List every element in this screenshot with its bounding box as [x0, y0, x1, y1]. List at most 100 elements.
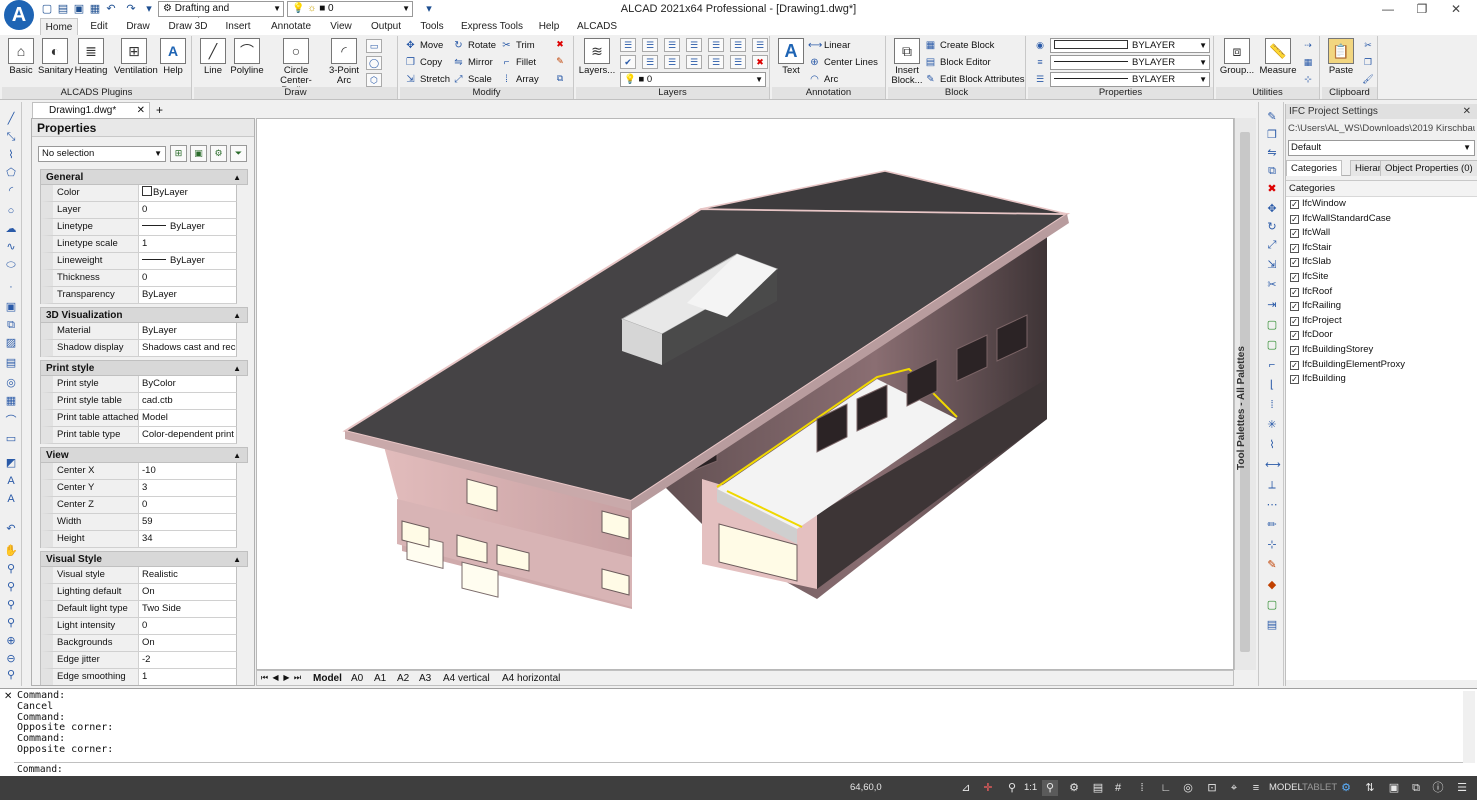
property-value[interactable]: 0	[138, 497, 237, 514]
layer-tool-icon[interactable]: ☰	[686, 55, 702, 69]
filter-icon[interactable]: ⏷	[230, 145, 247, 162]
checkbox-icon[interactable]: ✓	[1290, 229, 1299, 239]
polyline-button[interactable]: ⌒ Polyline	[228, 38, 266, 86]
ortho-icon[interactable]: ∟	[1158, 780, 1174, 796]
layer-tool-icon[interactable]: ☰	[664, 55, 680, 69]
circle-button[interactable]: ○Circle Center-Radius	[268, 38, 324, 96]
command-scrollbar[interactable]	[1463, 691, 1475, 763]
ifc-category-item[interactable]: ✓ IfcRoof	[1286, 285, 1477, 300]
object-snap-icon[interactable]: ⊡	[1204, 780, 1220, 796]
property-value[interactable]: Two Side	[138, 601, 237, 618]
hatch-icon[interactable]: ⬡	[366, 73, 382, 87]
isolate-icon[interactable]: ⚙	[1338, 780, 1354, 796]
checkbox-icon[interactable]: ✓	[1290, 272, 1299, 282]
checkbox-icon[interactable]: ✓	[1290, 360, 1299, 370]
circle-icon[interactable]: ○	[4, 204, 18, 218]
property-row[interactable]: Edge smoothing 1	[40, 669, 248, 685]
property-value[interactable]: ByLayer	[138, 253, 237, 270]
property-row[interactable]: Lighting default On	[40, 584, 248, 601]
layers-button[interactable]: ≋ Layers...	[578, 38, 616, 86]
checkbox-icon[interactable]: ✓	[1290, 243, 1299, 253]
trim-icon[interactable]: ✂	[1265, 278, 1279, 292]
model-space-toggle[interactable]: MODEL	[1269, 776, 1303, 800]
insert-block-button[interactable]: ⧉ Insert Block...	[890, 38, 924, 86]
lineweight-icon[interactable]: ☰	[1032, 73, 1048, 87]
measure-button[interactable]: 📏 Measure	[1258, 38, 1298, 86]
tab-draw[interactable]: Draw	[122, 18, 154, 35]
linear-button[interactable]: ⟷ Linear	[808, 38, 850, 54]
layer-tool-icon[interactable]: ✔	[620, 55, 636, 69]
color-wheel-icon[interactable]: ◉	[1032, 39, 1048, 53]
layout-tab-model[interactable]: Model	[313, 671, 342, 686]
copy-button[interactable]: ❐ Copy	[404, 55, 442, 71]
array-icon[interactable]: ⁞	[1265, 398, 1279, 412]
property-section-header[interactable]: Print style ▲	[40, 360, 248, 376]
property-value[interactable]: 3	[138, 480, 237, 497]
property-row[interactable]: Height 34	[40, 531, 248, 548]
toggle-pickadd-icon[interactable]: ⊞	[170, 145, 187, 162]
id-point-icon[interactable]: ⊹	[1300, 73, 1316, 87]
prev-layout-icon[interactable]: ◀	[271, 672, 280, 684]
pan-icon[interactable]: ✋	[4, 544, 18, 558]
explode-icon[interactable]: ✳	[1265, 418, 1279, 432]
explode-icon[interactable]: ✎	[552, 55, 568, 69]
checkbox-icon[interactable]: ✓	[1290, 345, 1299, 355]
tab-express-tools[interactable]: Express Tools	[460, 18, 524, 35]
tab-help[interactable]: Help	[534, 18, 564, 35]
property-row[interactable]: Shadow display Shadows cast and rece...	[40, 340, 248, 357]
polar-icon[interactable]: ◎	[1180, 780, 1196, 796]
quick-select-icon[interactable]: ⇢	[1300, 39, 1316, 53]
measure-icon[interactable]: ⊹	[1265, 538, 1279, 552]
layout-tab-a0[interactable]: A0	[351, 671, 363, 686]
close-icon[interactable]: ✕	[1463, 104, 1471, 119]
copy-icon[interactable]: ❐	[1265, 128, 1279, 142]
mirror-icon[interactable]: ⇋	[1265, 146, 1279, 160]
property-value[interactable]: ByLayer	[138, 185, 237, 202]
ifc-preset-combo[interactable]: Default ▼	[1288, 140, 1475, 156]
property-value[interactable]: Color-dependent print st...	[138, 427, 237, 444]
array-button[interactable]: ⁞ Array	[500, 72, 539, 88]
layer-combo[interactable]: 💡 ■ 0 ▼	[620, 72, 766, 87]
checkbox-icon[interactable]: ✓	[1290, 302, 1299, 312]
property-row[interactable]: Default light type Two Side	[40, 601, 248, 618]
align-icon[interactable]: ⟂	[1265, 478, 1279, 492]
clean-screen-icon[interactable]: ▣	[1386, 780, 1402, 796]
ifc-category-item[interactable]: ✓ IfcWallStandardCase	[1286, 212, 1477, 227]
ifc-category-item[interactable]: ✓ IfcBuilding	[1286, 372, 1477, 387]
close-tab-icon[interactable]: ✕	[137, 103, 145, 118]
point-icon[interactable]: ·	[4, 280, 18, 294]
offset-icon[interactable]: ⧉	[552, 72, 568, 86]
property-value[interactable]: 0	[138, 202, 237, 219]
app-logo[interactable]: A	[4, 0, 34, 30]
make-block-icon[interactable]: ⧉	[4, 318, 18, 332]
rotate-button[interactable]: ↻ Rotate	[452, 38, 496, 54]
extend-icon[interactable]: ⇥	[1265, 298, 1279, 312]
property-value[interactable]: On	[138, 584, 237, 601]
property-row[interactable]: Linetype scale 1	[40, 236, 248, 253]
polyline-icon[interactable]: ⌇	[4, 148, 18, 162]
cut-icon[interactable]: ✂	[1360, 39, 1376, 53]
text-icon[interactable]: A	[4, 492, 18, 506]
scale-icon[interactable]: ⤢	[1265, 238, 1279, 252]
property-row[interactable]: Linetype ByLayer	[40, 219, 248, 236]
table-icon[interactable]: ▦	[4, 394, 18, 408]
snap-icon[interactable]: ⊿	[958, 780, 974, 796]
mtext-icon[interactable]: A	[4, 474, 18, 488]
line-icon[interactable]: ╱	[4, 112, 18, 126]
property-row[interactable]: Visual style Realistic	[40, 567, 248, 584]
first-layout-icon[interactable]: ⏮	[260, 672, 269, 684]
edit-polyline-icon[interactable]: ⌇	[1265, 438, 1279, 452]
dynamic-ucs-icon[interactable]: ⌖	[1226, 780, 1242, 796]
linetype-combo[interactable]: BYLAYER ▼	[1050, 55, 1210, 70]
lineweight-combo[interactable]: BYLAYER ▼	[1050, 72, 1210, 87]
property-value[interactable]: On	[138, 635, 237, 652]
block-editor-button[interactable]: ▤ Block Editor	[924, 55, 991, 71]
layer-tool-icon[interactable]: ☰	[664, 38, 680, 52]
zoom-in-icon[interactable]: ⊕	[4, 634, 18, 648]
quick-select-icon[interactable]: ⚙	[210, 145, 227, 162]
tablet-toggle[interactable]: TABLET	[1302, 776, 1337, 800]
tab-edit[interactable]: Edit	[84, 18, 114, 35]
property-value[interactable]: ByLayer	[138, 287, 237, 304]
properties-icon[interactable]: ▤	[1265, 618, 1279, 632]
property-row[interactable]: Lineweight ByLayer	[40, 253, 248, 270]
